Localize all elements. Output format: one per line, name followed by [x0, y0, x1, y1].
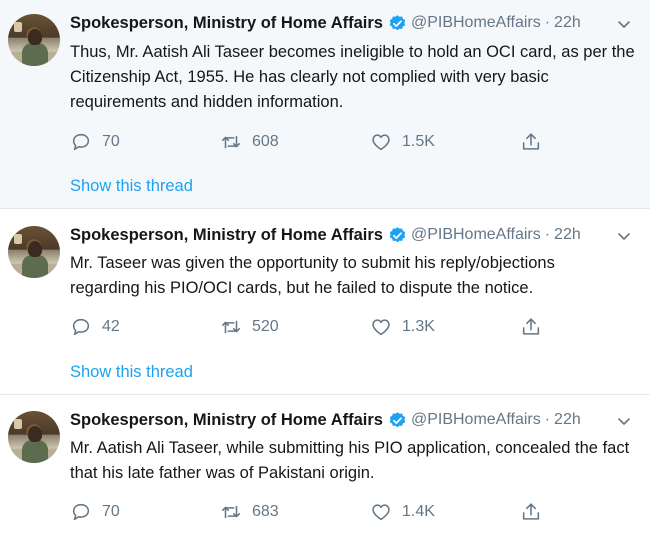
- chevron-down-icon[interactable]: [616, 413, 632, 429]
- tweet-actions: 70 683 1.4K: [70, 500, 550, 524]
- separator-dot: ·: [544, 14, 551, 31]
- tweet-text-line: Citizenship Act, 1955. He has clearly no…: [70, 68, 549, 86]
- tweet-text-line: regarding his PIO/OCI cards, but he fail…: [70, 279, 534, 297]
- heart-icon: [372, 504, 390, 521]
- verified-badge-icon: [389, 14, 406, 30]
- avatar[interactable]: [8, 411, 60, 463]
- share-icon: [522, 318, 540, 335]
- verified-badge-icon: [389, 226, 406, 242]
- chevron-down-icon[interactable]: [616, 16, 632, 32]
- retweet-icon: [221, 505, 241, 519]
- tweet-text-line: that his late father was of Pakistani or…: [70, 464, 375, 482]
- like-button[interactable]: 1.4K: [370, 500, 435, 524]
- author-handle[interactable]: @PIBHomeAffairs: [411, 411, 541, 429]
- retweet-button[interactable]: 683: [220, 500, 279, 524]
- like-count: 1.4K: [402, 503, 435, 520]
- tweet-actions: 42 520 1.3K: [70, 315, 550, 339]
- tweet-actions: 70 608 1.5K: [70, 130, 550, 154]
- like-button[interactable]: 1.5K: [370, 130, 435, 154]
- tweet-header: Spokesperson, Ministry of Home Affairs @…: [70, 224, 581, 246]
- tweet-text-line: Mr. Taseer was given the opportunity to …: [70, 254, 555, 272]
- tweet-text-line: Mr. Aatish Ali Taseer, while submitting …: [70, 439, 630, 457]
- timestamp[interactable]: 22h: [554, 411, 581, 429]
- tweet-feed: Spokesperson, Ministry of Home Affairs @…: [0, 0, 650, 540]
- chevron-down-icon[interactable]: [616, 228, 632, 244]
- reply-button[interactable]: 70: [70, 500, 120, 524]
- author-handle[interactable]: @PIBHomeAffairs: [411, 226, 541, 244]
- tweet-text-line: requirements and hidden information.: [70, 93, 344, 111]
- share-icon: [522, 133, 540, 150]
- avatar[interactable]: [8, 226, 60, 278]
- reply-button[interactable]: 42: [70, 315, 120, 339]
- like-button[interactable]: 1.3K: [370, 315, 435, 339]
- timestamp[interactable]: 22h: [554, 14, 581, 32]
- share-icon: [522, 503, 540, 520]
- show-thread-link[interactable]: Show this thread: [70, 363, 193, 382]
- reply-count: 42: [102, 318, 120, 335]
- avatar[interactable]: [8, 14, 60, 66]
- retweet-icon: [221, 320, 241, 334]
- share-button[interactable]: [520, 500, 542, 524]
- author-name[interactable]: Spokesperson, Ministry of Home Affairs: [70, 14, 383, 33]
- tweet-header: Spokesperson, Ministry of Home Affairs @…: [70, 409, 581, 431]
- separator-dot: ·: [544, 226, 551, 243]
- tweet[interactable]: Spokesperson, Ministry of Home Affairs @…: [0, 0, 650, 209]
- tweet-text: Mr. Taseer was given the opportunity to …: [70, 251, 640, 301]
- retweet-button[interactable]: 608: [220, 130, 279, 154]
- tweet[interactable]: Spokesperson, Ministry of Home Affairs @…: [0, 395, 650, 540]
- share-button[interactable]: [520, 130, 542, 154]
- reply-bubble-icon: [72, 318, 90, 336]
- show-thread-link[interactable]: Show this thread: [70, 177, 193, 196]
- verified-badge-icon: [389, 411, 406, 427]
- heart-icon: [372, 319, 390, 336]
- tweet-text-line: Thus, Mr. Aatish Ali Taseer becomes inel…: [70, 43, 635, 61]
- like-count: 1.5K: [402, 133, 435, 150]
- reply-count: 70: [102, 133, 120, 150]
- like-count: 1.3K: [402, 318, 435, 335]
- reply-bubble-icon: [72, 133, 90, 151]
- timestamp[interactable]: 22h: [554, 226, 581, 244]
- tweet-text: Mr. Aatish Ali Taseer, while submitting …: [70, 436, 640, 486]
- separator-dot: ·: [544, 411, 551, 428]
- tweet-text: Thus, Mr. Aatish Ali Taseer becomes inel…: [70, 40, 640, 115]
- tweet[interactable]: Spokesperson, Ministry of Home Affairs @…: [0, 209, 650, 395]
- retweet-count: 520: [252, 318, 279, 335]
- retweet-count: 608: [252, 133, 279, 150]
- heart-icon: [372, 134, 390, 151]
- share-button[interactable]: [520, 315, 542, 339]
- reply-button[interactable]: 70: [70, 130, 120, 154]
- author-name[interactable]: Spokesperson, Ministry of Home Affairs: [70, 226, 383, 245]
- retweet-icon: [221, 135, 241, 149]
- author-name[interactable]: Spokesperson, Ministry of Home Affairs: [70, 411, 383, 430]
- author-handle[interactable]: @PIBHomeAffairs: [411, 14, 541, 32]
- tweet-header: Spokesperson, Ministry of Home Affairs @…: [70, 12, 581, 34]
- retweet-count: 683: [252, 503, 279, 520]
- reply-bubble-icon: [72, 503, 90, 521]
- retweet-button[interactable]: 520: [220, 315, 279, 339]
- reply-count: 70: [102, 503, 120, 520]
